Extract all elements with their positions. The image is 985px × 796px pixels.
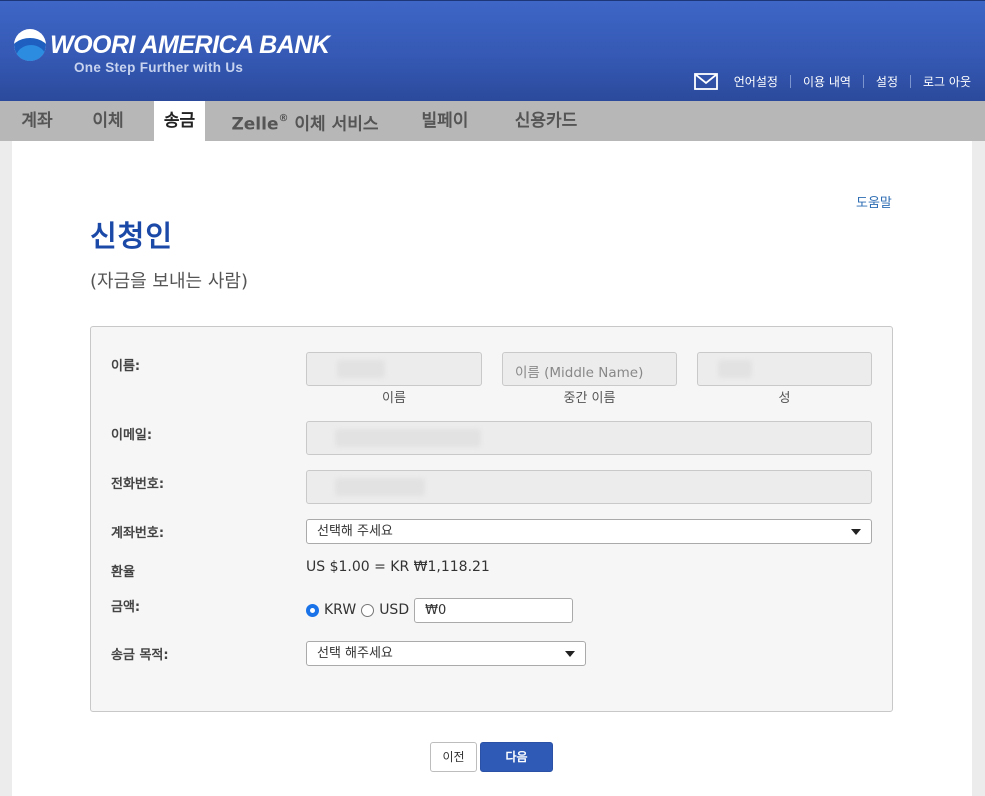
nav-tab-billpay[interactable]: 빌페이 xyxy=(410,101,480,141)
divider xyxy=(789,75,791,88)
nav-zelle-label: Zelle xyxy=(231,114,279,135)
last-name-caption: 성 xyxy=(778,391,791,406)
exchange-rate-label: 환율 xyxy=(111,565,135,580)
registered-mark: ® xyxy=(278,113,289,124)
middle-name-caption: 중간 이름 xyxy=(563,391,616,406)
usd-radio[interactable] xyxy=(361,603,375,617)
nav-zelle-service-label: 이체 서비스 xyxy=(294,114,379,135)
krw-radio[interactable] xyxy=(306,603,319,617)
page-subtitle: (자금을 보내는 사람) xyxy=(90,271,248,292)
usage-history-link[interactable]: 이용 내역 xyxy=(803,73,851,90)
next-button[interactable]: 다음 xyxy=(480,742,553,772)
nav-tab-accounts[interactable]: 계좌 xyxy=(10,101,64,141)
email-field[interactable] xyxy=(306,421,872,455)
main-content: 도움말 신청인 (자금을 보내는 사람) 이름: 이름 이름 (Middle N… xyxy=(12,141,972,796)
purpose-select-value: 선택 해주세요 xyxy=(317,646,393,661)
applicant-form: 이름: 이름 이름 (Middle Name) 중간 이름 성 이메일: 전화번… xyxy=(90,326,893,712)
nav-tab-zelle[interactable]: Zelle® 이체 서비스 xyxy=(224,101,386,141)
help-link[interactable]: 도움말 xyxy=(856,192,892,211)
nav-tab-transfer[interactable]: 이체 xyxy=(81,101,135,141)
first-name-caption: 이름 xyxy=(382,391,406,406)
account-select-value: 선택해 주세요 xyxy=(317,524,393,539)
name-label: 이름: xyxy=(111,359,141,374)
last-name-field[interactable] xyxy=(697,352,872,386)
amount-label: 금액: xyxy=(111,600,141,615)
main-nav: 계좌 이체 송금 Zelle® 이체 서비스 빌페이 신용카드 xyxy=(0,101,985,149)
page-title: 신청인 xyxy=(90,219,174,253)
mail-icon[interactable] xyxy=(693,73,718,90)
utility-links: 언어설정 이용 내역 설정 로그 아웃 xyxy=(693,73,971,90)
usd-radio-label: USD xyxy=(379,602,410,618)
nav-tab-remittance[interactable]: 송금 xyxy=(154,101,205,149)
amount-input[interactable]: ₩0 xyxy=(414,597,574,623)
first-name-field[interactable] xyxy=(306,352,482,386)
exchange-rate-value: US $1.00 = KR ₩1,118.21 xyxy=(306,559,490,575)
divider xyxy=(862,75,864,88)
krw-radio-label: KRW xyxy=(324,602,357,618)
logo-text: WOORI AMERICA BANK xyxy=(50,31,330,59)
email-label: 이메일: xyxy=(111,428,153,443)
woori-logo-icon xyxy=(14,29,46,61)
logout-link[interactable]: 로그 아웃 xyxy=(923,73,971,90)
middle-name-field[interactable]: 이름 (Middle Name) xyxy=(502,352,677,386)
divider xyxy=(910,75,912,88)
settings-link[interactable]: 설정 xyxy=(876,73,898,90)
amount-row: KRW USD ₩0 xyxy=(306,597,574,623)
header-bar: WOORI AMERICA BANK One Step Further with… xyxy=(0,0,985,101)
chevron-down-icon xyxy=(851,529,861,535)
account-label: 계좌번호: xyxy=(111,526,165,541)
language-settings-link[interactable]: 언어설정 xyxy=(734,73,778,90)
chevron-down-icon xyxy=(565,651,575,657)
prev-button[interactable]: 이전 xyxy=(430,742,477,772)
purpose-label: 송금 목적: xyxy=(111,648,169,663)
phone-field[interactable] xyxy=(306,470,872,504)
purpose-select[interactable]: 선택 해주세요 xyxy=(306,641,586,666)
phone-label: 전화번호: xyxy=(111,477,165,492)
middle-name-placeholder: 이름 (Middle Name) xyxy=(515,365,644,381)
logo-tagline: One Step Further with Us xyxy=(74,60,244,75)
account-select[interactable]: 선택해 주세요 xyxy=(306,519,872,544)
nav-tab-credit-card[interactable]: 신용카드 xyxy=(503,101,589,141)
